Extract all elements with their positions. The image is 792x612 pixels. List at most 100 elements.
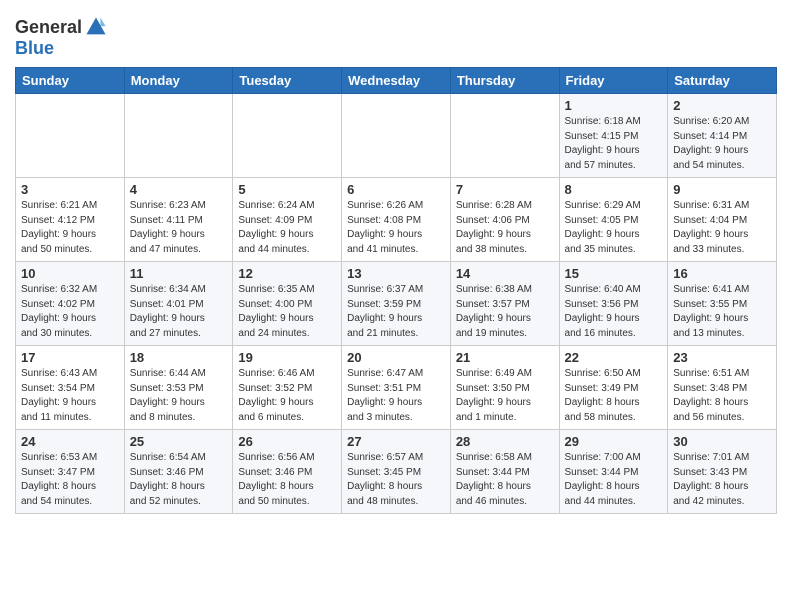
day-cell: 29 Sunrise: 7:00 AM Sunset: 3:44 PM Dayli… bbox=[559, 430, 668, 514]
day-cell: 27 Sunrise: 6:57 AM Sunset: 3:45 PM Dayli… bbox=[342, 430, 451, 514]
day-info: Sunrise: 6:57 AM Sunset: 3:45 PM Dayligh… bbox=[347, 451, 445, 509]
day-number: 2 bbox=[673, 98, 771, 113]
day-cell: 18Sunrise: 6:44 AM Sunset: 3:53 PM Dayli… bbox=[124, 346, 233, 430]
day-cell: 11 Sunrise: 6:34 AM Sunset: 4:01 PM Dayli… bbox=[124, 262, 233, 346]
day-info: Sunrise: 6:37 AM Sunset: 3:59 PM Dayligh… bbox=[347, 283, 445, 341]
day-info: Sunrise: 7:01 AM Sunset: 3:43 PM Dayligh… bbox=[673, 451, 771, 509]
col-header-thursday: Thursday bbox=[450, 68, 559, 94]
page-header: General Blue bbox=[15, 10, 777, 59]
day-cell: 17 Sunrise: 6:43 AM Sunset: 3:54 PM Dayli… bbox=[16, 346, 125, 430]
day-cell: 10 Sunrise: 6:32 AM Sunset: 4:02 PM Dayli… bbox=[16, 262, 125, 346]
day-number: 26 bbox=[238, 434, 336, 449]
day-number: 23 bbox=[673, 350, 771, 365]
day-info: Sunrise: 6:53 AM Sunset: 3:47 PM Dayligh… bbox=[21, 451, 119, 509]
day-number: 19 bbox=[238, 350, 336, 365]
day-cell bbox=[233, 94, 342, 178]
day-number: 21 bbox=[456, 350, 554, 365]
day-number: 14 bbox=[456, 266, 554, 281]
col-header-saturday: Saturday bbox=[668, 68, 777, 94]
day-cell: 4 Sunrise: 6:23 AM Sunset: 4:11 PM Daylig… bbox=[124, 178, 233, 262]
day-cell: 22 Sunrise: 6:50 AM Sunset: 3:49 PM Dayli… bbox=[559, 346, 668, 430]
col-header-friday: Friday bbox=[559, 68, 668, 94]
header-row: SundayMondayTuesdayWednesdayThursdayFrid… bbox=[16, 68, 777, 94]
day-info: Sunrise: 6:49 AM Sunset: 3:50 PM Dayligh… bbox=[456, 367, 554, 425]
day-number: 11 bbox=[130, 266, 228, 281]
day-cell bbox=[450, 94, 559, 178]
day-cell: 23Sunrise: 6:51 AM Sunset: 3:48 PM Dayli… bbox=[668, 346, 777, 430]
day-number: 15 bbox=[565, 266, 663, 281]
day-info: Sunrise: 6:18 AM Sunset: 4:15 PM Dayligh… bbox=[565, 115, 663, 173]
day-number: 13 bbox=[347, 266, 445, 281]
logo-blue-row: Blue bbox=[15, 38, 107, 59]
day-number: 28 bbox=[456, 434, 554, 449]
day-cell: 28Sunrise: 6:58 AM Sunset: 3:44 PM Dayli… bbox=[450, 430, 559, 514]
day-cell: 24 Sunrise: 6:53 AM Sunset: 3:47 PM Dayli… bbox=[16, 430, 125, 514]
day-number: 9 bbox=[673, 182, 771, 197]
logo-icon bbox=[85, 16, 107, 38]
day-info: Sunrise: 6:24 AM Sunset: 4:09 PM Dayligh… bbox=[238, 199, 336, 257]
calendar-table: SundayMondayTuesdayWednesdayThursdayFrid… bbox=[15, 67, 777, 514]
day-cell bbox=[342, 94, 451, 178]
day-info: Sunrise: 6:26 AM Sunset: 4:08 PM Dayligh… bbox=[347, 199, 445, 257]
day-cell bbox=[124, 94, 233, 178]
day-info: Sunrise: 6:28 AM Sunset: 4:06 PM Dayligh… bbox=[456, 199, 554, 257]
logo-general: General bbox=[15, 17, 82, 38]
day-info: Sunrise: 6:38 AM Sunset: 3:57 PM Dayligh… bbox=[456, 283, 554, 341]
day-info: Sunrise: 6:20 AM Sunset: 4:14 PM Dayligh… bbox=[673, 115, 771, 173]
day-info: Sunrise: 6:29 AM Sunset: 4:05 PM Dayligh… bbox=[565, 199, 663, 257]
week-row-4: 17 Sunrise: 6:43 AM Sunset: 3:54 PM Dayli… bbox=[16, 346, 777, 430]
day-cell: 16 Sunrise: 6:41 AM Sunset: 3:55 PM Dayli… bbox=[668, 262, 777, 346]
week-row-2: 3 Sunrise: 6:21 AM Sunset: 4:12 PM Daylig… bbox=[16, 178, 777, 262]
day-number: 7 bbox=[456, 182, 554, 197]
col-header-wednesday: Wednesday bbox=[342, 68, 451, 94]
logo-row: General bbox=[15, 16, 107, 38]
day-info: Sunrise: 6:40 AM Sunset: 3:56 PM Dayligh… bbox=[565, 283, 663, 341]
day-info: Sunrise: 6:47 AM Sunset: 3:51 PM Dayligh… bbox=[347, 367, 445, 425]
day-number: 8 bbox=[565, 182, 663, 197]
day-number: 27 bbox=[347, 434, 445, 449]
col-header-monday: Monday bbox=[124, 68, 233, 94]
calendar-body: 1 Sunrise: 6:18 AM Sunset: 4:15 PM Daylig… bbox=[16, 94, 777, 514]
day-number: 20 bbox=[347, 350, 445, 365]
logo-wrapper: General Blue bbox=[15, 16, 107, 59]
day-number: 16 bbox=[673, 266, 771, 281]
week-row-5: 24 Sunrise: 6:53 AM Sunset: 3:47 PM Dayli… bbox=[16, 430, 777, 514]
day-number: 1 bbox=[565, 98, 663, 113]
day-cell bbox=[16, 94, 125, 178]
day-info: Sunrise: 7:00 AM Sunset: 3:44 PM Dayligh… bbox=[565, 451, 663, 509]
day-info: Sunrise: 6:32 AM Sunset: 4:02 PM Dayligh… bbox=[21, 283, 119, 341]
day-info: Sunrise: 6:41 AM Sunset: 3:55 PM Dayligh… bbox=[673, 283, 771, 341]
day-cell: 19 Sunrise: 6:46 AM Sunset: 3:52 PM Dayli… bbox=[233, 346, 342, 430]
day-cell: 20 Sunrise: 6:47 AM Sunset: 3:51 PM Dayli… bbox=[342, 346, 451, 430]
day-info: Sunrise: 6:23 AM Sunset: 4:11 PM Dayligh… bbox=[130, 199, 228, 257]
day-info: Sunrise: 6:50 AM Sunset: 3:49 PM Dayligh… bbox=[565, 367, 663, 425]
day-number: 3 bbox=[21, 182, 119, 197]
week-row-1: 1 Sunrise: 6:18 AM Sunset: 4:15 PM Daylig… bbox=[16, 94, 777, 178]
col-header-tuesday: Tuesday bbox=[233, 68, 342, 94]
day-info: Sunrise: 6:56 AM Sunset: 3:46 PM Dayligh… bbox=[238, 451, 336, 509]
day-cell: 8 Sunrise: 6:29 AM Sunset: 4:05 PM Daylig… bbox=[559, 178, 668, 262]
day-cell: 12Sunrise: 6:35 AM Sunset: 4:00 PM Dayli… bbox=[233, 262, 342, 346]
day-number: 17 bbox=[21, 350, 119, 365]
day-info: Sunrise: 6:21 AM Sunset: 4:12 PM Dayligh… bbox=[21, 199, 119, 257]
calendar-header: SundayMondayTuesdayWednesdayThursdayFrid… bbox=[16, 68, 777, 94]
day-number: 5 bbox=[238, 182, 336, 197]
day-number: 24 bbox=[21, 434, 119, 449]
day-cell: 3 Sunrise: 6:21 AM Sunset: 4:12 PM Daylig… bbox=[16, 178, 125, 262]
day-number: 29 bbox=[565, 434, 663, 449]
col-header-sunday: Sunday bbox=[16, 68, 125, 94]
day-cell: 15 Sunrise: 6:40 AM Sunset: 3:56 PM Dayli… bbox=[559, 262, 668, 346]
day-cell: 13 Sunrise: 6:37 AM Sunset: 3:59 PM Dayli… bbox=[342, 262, 451, 346]
day-number: 10 bbox=[21, 266, 119, 281]
day-info: Sunrise: 6:46 AM Sunset: 3:52 PM Dayligh… bbox=[238, 367, 336, 425]
day-cell: 21 Sunrise: 6:49 AM Sunset: 3:50 PM Dayli… bbox=[450, 346, 559, 430]
day-number: 22 bbox=[565, 350, 663, 365]
day-info: Sunrise: 6:34 AM Sunset: 4:01 PM Dayligh… bbox=[130, 283, 228, 341]
day-cell: 14 Sunrise: 6:38 AM Sunset: 3:57 PM Dayli… bbox=[450, 262, 559, 346]
day-cell: 30Sunrise: 7:01 AM Sunset: 3:43 PM Dayli… bbox=[668, 430, 777, 514]
day-number: 4 bbox=[130, 182, 228, 197]
day-cell: 1 Sunrise: 6:18 AM Sunset: 4:15 PM Daylig… bbox=[559, 94, 668, 178]
day-info: Sunrise: 6:54 AM Sunset: 3:46 PM Dayligh… bbox=[130, 451, 228, 509]
day-info: Sunrise: 6:43 AM Sunset: 3:54 PM Dayligh… bbox=[21, 367, 119, 425]
week-row-3: 10 Sunrise: 6:32 AM Sunset: 4:02 PM Dayli… bbox=[16, 262, 777, 346]
